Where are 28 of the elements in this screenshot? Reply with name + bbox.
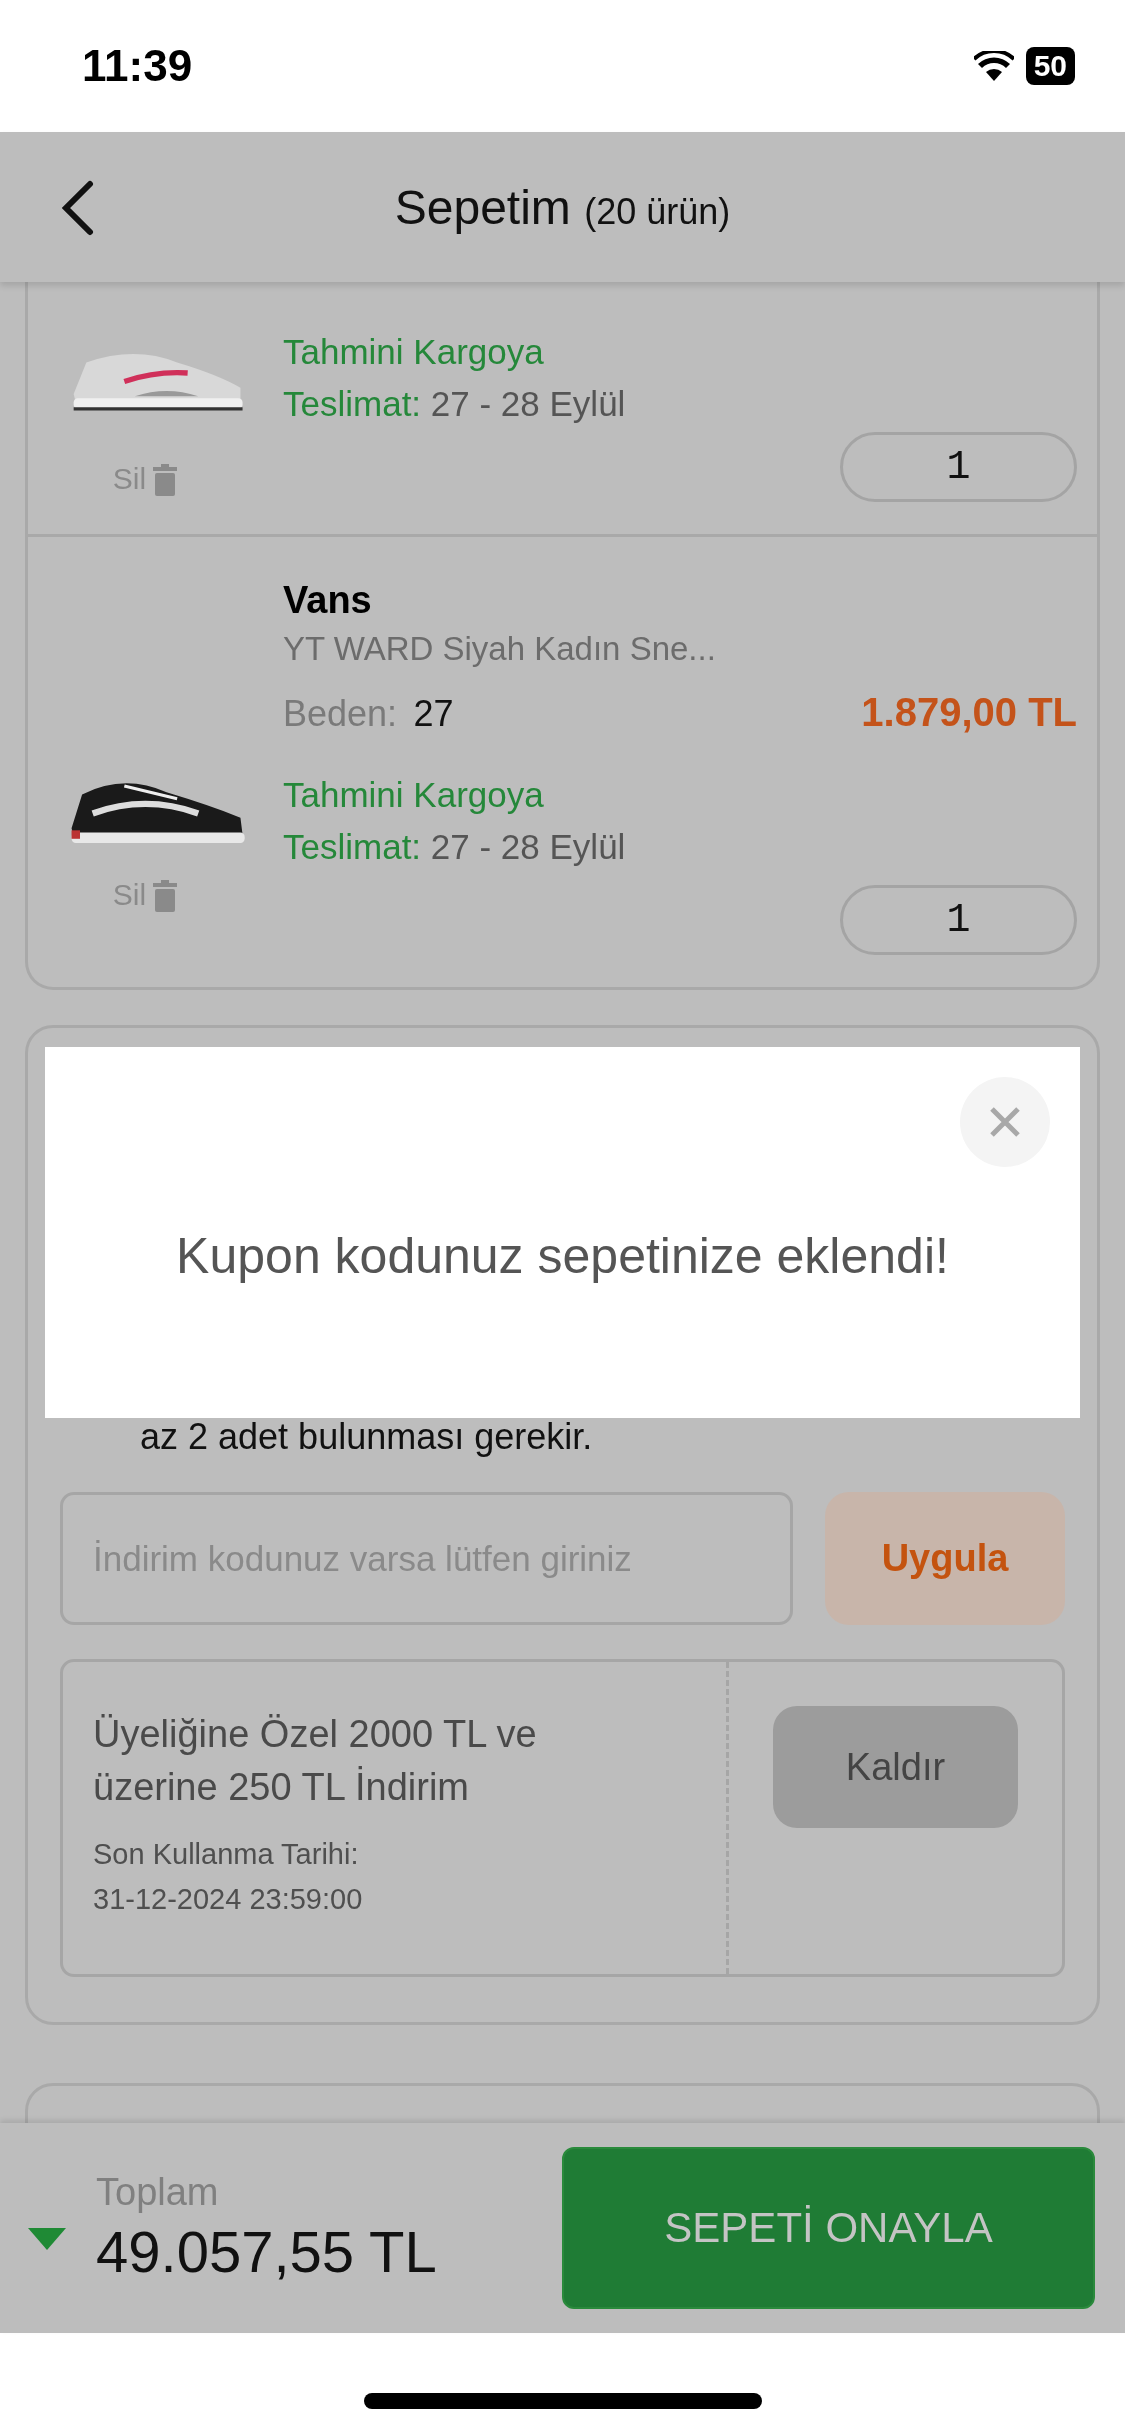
product-brand: Vans [283, 579, 373, 622]
coupon-requirement: az 2 adet bulunması gerekir. [140, 1416, 594, 1458]
delivery-date: Teslimat: 27 - 28 Eylül [283, 384, 627, 424]
product-price: 1.879,00 TL [861, 690, 1077, 735]
coupon-title: Üyeliğine Özel 2000 TL ve üzerine 250 TL İndirim [93, 1712, 538, 1811]
quantity-field[interactable]: 1 [840, 432, 1077, 502]
total-amount: 49.057,55 TL [96, 2218, 438, 2285]
delivery-label: Tahmini Kargoya [283, 332, 545, 372]
coupon-expiry: Son Kullanma Tarihi: 31-12-2024 23:59:00 [93, 1837, 364, 1918]
confirm-button[interactable]: SEPETİ ONAYLA [562, 2147, 1095, 2309]
total-label: Toplam [96, 2171, 220, 2214]
delivery-date: Teslimat: 27 - 28 Eylül [283, 827, 627, 867]
size-value: 27 [413, 693, 454, 734]
modal-message: Kupon kodunuz sepetinize eklendi! [176, 1226, 949, 1285]
delivery-label: Tahmini Kargoya [283, 775, 545, 815]
size-label: Beden: [283, 693, 398, 734]
caret-icon[interactable] [28, 2228, 66, 2250]
close-icon[interactable] [988, 1105, 1022, 1139]
wifi-icon [973, 51, 1014, 81]
trash-icon[interactable] [152, 880, 179, 912]
battery-level: 50 [1025, 47, 1075, 85]
quantity-field[interactable]: 1 [840, 885, 1077, 955]
remove-button[interactable]: Kaldır [773, 1706, 1018, 1828]
apply-button[interactable]: Uygula [825, 1492, 1065, 1625]
trash-icon[interactable] [152, 464, 179, 496]
status-time: 11:39 [82, 41, 193, 91]
product-name: YT WARD Siyah Kadın Sne... [283, 630, 717, 668]
page-title: Sepetim (20 ürün) [394, 179, 731, 235]
